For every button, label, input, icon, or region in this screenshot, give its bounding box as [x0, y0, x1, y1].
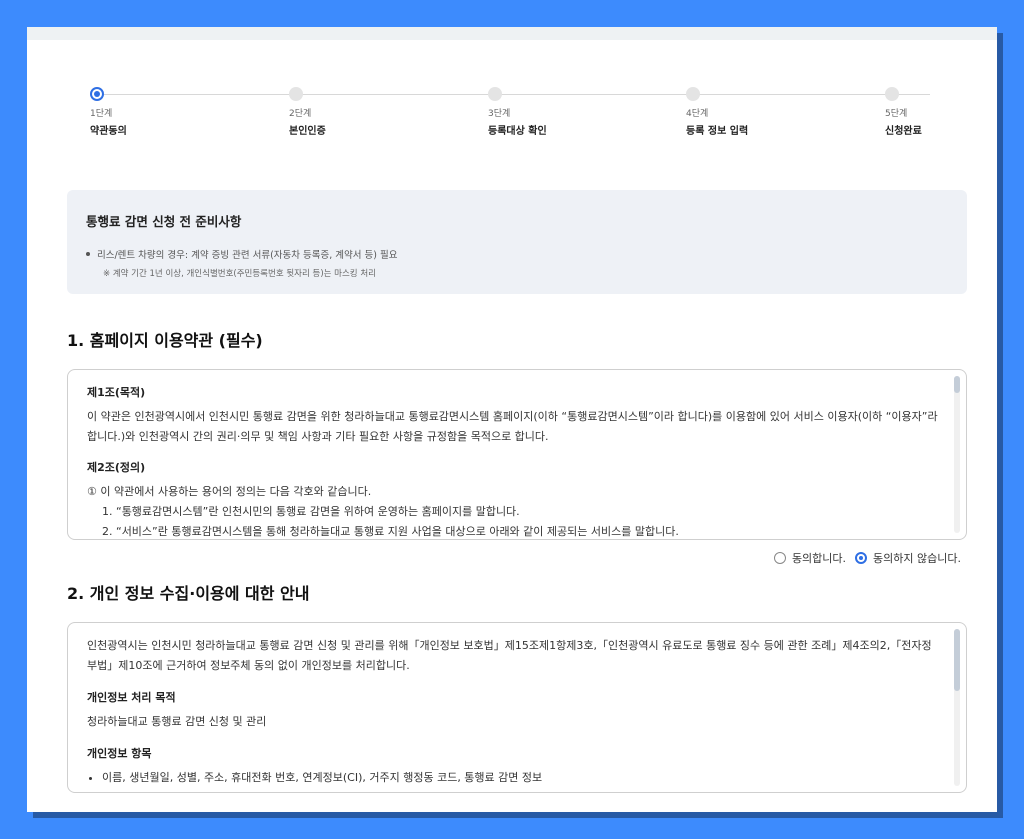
top-strip	[27, 27, 997, 40]
terms-agreement: 동의합니다. 동의하지 않습니다.	[765, 550, 961, 566]
preparation-notice: 통행료 감면 신청 전 준비사항 리스/렌트 차량의 경우: 계약 증빙 관련 …	[67, 190, 967, 294]
article-2-intro: ① 이 약관에서 사용하는 용어의 정의는 다음 각호와 같습니다.	[87, 485, 372, 498]
article-2-title: 제2조(정의)	[87, 461, 146, 474]
step-4-number: 4단계	[686, 109, 709, 119]
step-5-name: 신청완료	[885, 126, 922, 137]
terms-scrollbar[interactable]	[954, 376, 960, 533]
privacy-items-title: 개인정보 항목	[87, 747, 152, 760]
privacy-content: 인천광역시는 인천시민 청라하늘대교 통행료 감면 신청 및 관리를 위해「개인…	[87, 636, 940, 788]
privacy-items-list: 이름, 생년월일, 성별, 주소, 휴대전화 번호, 연계정보(CI), 거주지…	[87, 768, 940, 788]
privacy-intro: 인천광역시는 인천시민 청라하늘대교 통행료 감면 신청 및 관리를 위해「개인…	[87, 639, 932, 672]
privacy-purpose-body: 청라하늘대교 통행료 감면 신청 및 관리	[87, 715, 267, 728]
notice-bullet-text: 리스/렌트 차량의 경우: 계약 증빙 관련 서류(자동차 등록증, 계약서 등…	[97, 250, 398, 261]
step-4-name: 등록 정보 입력	[686, 126, 749, 137]
step-5: 5단계 신청완료	[885, 87, 930, 137]
privacy-info-box[interactable]: 인천광역시는 인천시민 청라하늘대교 통행료 감면 신청 및 관리를 위해「개인…	[67, 622, 967, 793]
agree-radio-circle[interactable]	[773, 552, 786, 564]
step-1: 1단계 약관동의	[90, 87, 200, 137]
article-2-item-2: 2. “서비스”란 통행료감면시스템을 통해 청라하늘대교 통행료 지원 사업을…	[102, 525, 679, 538]
article-2-item-1: 1. “통행료감면시스템”란 인천시민의 통행료 감면을 위하여 운영하는 홈페…	[102, 505, 520, 518]
step-3: 3단계 등록대상 확인	[488, 87, 598, 137]
progress-stepper: 1단계 약관동의 2단계 본인인증 3단계 등록대상 확인 4단계 등록 정보 …	[90, 87, 930, 147]
section-1-title: 1. 홈페이지 이용약관 (필수)	[67, 331, 263, 350]
notice-title: 통행료 감면 신청 전 준비사항	[86, 214, 242, 229]
step-2-name: 본인인증	[289, 126, 326, 137]
agree-label[interactable]: 동의합니다.	[792, 550, 846, 566]
step-1-dot	[90, 87, 104, 101]
disagree-label[interactable]: 동의하지 않습니다.	[873, 550, 961, 566]
section-2-title: 2. 개인 정보 수집·이용에 대한 안내	[67, 584, 310, 603]
main-card: 1단계 약관동의 2단계 본인인증 3단계 등록대상 확인 4단계 등록 정보 …	[27, 27, 997, 812]
terms-of-use-box[interactable]: 제1조(목적) 이 약관은 인천광역시에서 인천시민 통행료 감면을 위한 청라…	[67, 369, 967, 540]
agree-radio[interactable]: 동의합니다.	[773, 550, 846, 566]
privacy-scrollbar[interactable]	[954, 629, 960, 786]
privacy-items-body: 이름, 생년월일, 성별, 주소, 휴대전화 번호, 연계정보(CI), 거주지…	[102, 768, 940, 788]
bullet-dot-icon	[86, 252, 90, 256]
disagree-radio-circle[interactable]	[855, 552, 868, 564]
privacy-scrollbar-thumb[interactable]	[954, 629, 960, 691]
disagree-radio[interactable]: 동의하지 않습니다.	[855, 550, 961, 566]
article-1-title: 제1조(목적)	[87, 386, 146, 399]
step-2: 2단계 본인인증	[289, 87, 399, 137]
terms-scrollbar-thumb[interactable]	[954, 376, 960, 393]
step-5-number: 5단계	[885, 109, 908, 119]
step-1-number: 1단계	[90, 109, 113, 119]
privacy-purpose-title: 개인정보 처리 목적	[87, 691, 176, 704]
step-4: 4단계 등록 정보 입력	[686, 87, 796, 137]
step-3-name: 등록대상 확인	[488, 126, 547, 137]
notice-note: ※ 계약 기간 1년 이상, 개인식별번호(주민등록번호 뒷자리 등)는 마스킹…	[103, 269, 376, 279]
notice-bullet: 리스/렌트 차량의 경우: 계약 증빙 관련 서류(자동차 등록증, 계약서 등…	[86, 247, 948, 261]
step-2-number: 2단계	[289, 109, 312, 119]
step-3-dot	[488, 87, 502, 101]
terms-content: 제1조(목적) 이 약관은 인천광역시에서 인천시민 통행료 감면을 위한 청라…	[87, 383, 940, 539]
step-3-number: 3단계	[488, 109, 511, 119]
step-1-name: 약관동의	[90, 126, 127, 137]
step-5-dot	[885, 87, 899, 101]
step-4-dot	[686, 87, 700, 101]
article-1-body: 이 약관은 인천광역시에서 인천시민 통행료 감면을 위한 청라하늘대교 통행료…	[87, 410, 938, 443]
step-2-dot	[289, 87, 303, 101]
